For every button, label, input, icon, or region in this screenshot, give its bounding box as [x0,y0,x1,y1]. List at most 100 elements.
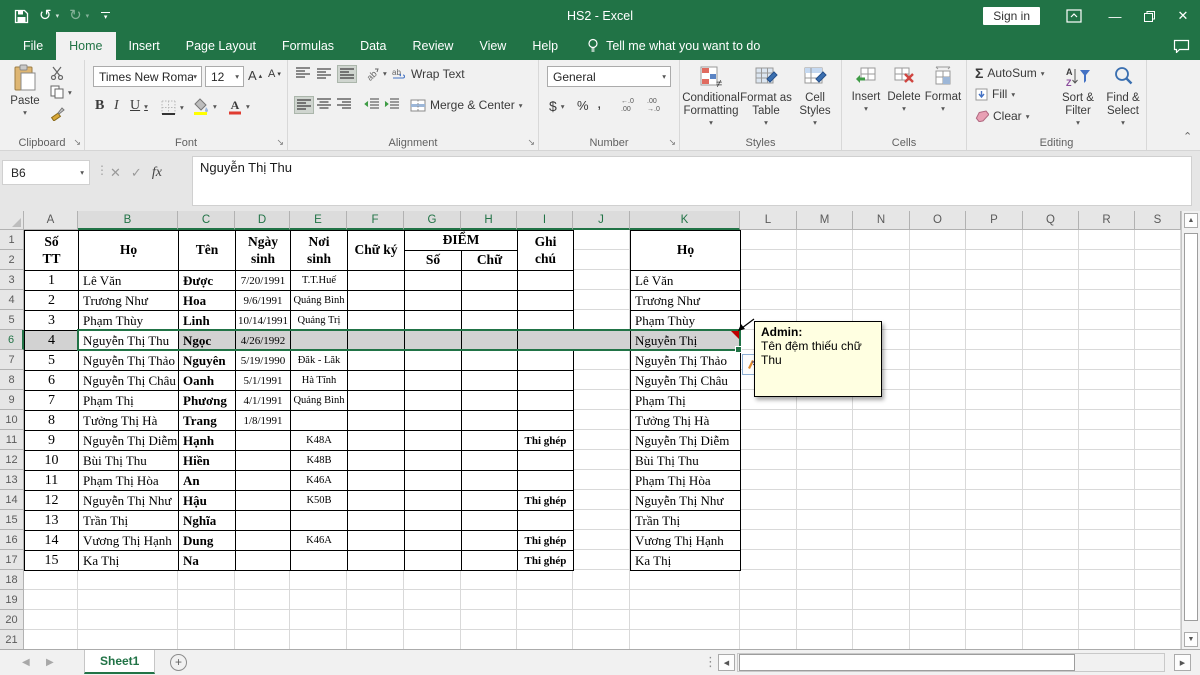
cell-ho[interactable]: Bùi Thị Thu [79,451,179,471]
cell-diem-so[interactable] [405,271,462,291]
header-ngay-sinh[interactable]: Ngày sinh [236,231,291,271]
cell-ghi-chu[interactable] [518,351,574,371]
row-header-13[interactable]: 13 [0,470,24,490]
row-header-18[interactable]: 18 [0,570,24,590]
cell-chu-ky[interactable] [348,551,405,571]
insert-cells-button[interactable]: Insert ▾ [848,66,884,113]
cell-ho[interactable]: Phạm Thị [79,391,179,411]
cell-ho-k[interactable]: Bùi Thị Thu [631,451,741,471]
autosum-button[interactable]: Σ AutoSum ▾ [975,65,1045,81]
cell-chu-ky[interactable] [348,271,405,291]
align-middle-button[interactable] [317,67,331,79]
cell-ho[interactable]: Nguyễn Thị Thảo [79,351,179,371]
tab-help[interactable]: Help [519,32,571,60]
scroll-down-icon[interactable]: ▼ [1184,632,1198,647]
ribbon-display-options-icon[interactable] [1066,9,1082,23]
shrink-font-button[interactable]: A▾ [268,68,281,80]
cell-stt[interactable]: 5 [25,351,79,371]
cell-stt[interactable]: 2 [25,291,79,311]
row-header-8[interactable]: 8 [0,370,24,390]
cell-ten[interactable]: Hoa [179,291,236,311]
cell-noi-sinh[interactable] [291,411,348,431]
cell-stt[interactable]: 7 [25,391,79,411]
cell-ghi-chu[interactable] [518,451,574,471]
scroll-right-icon[interactable]: ▶ [1174,654,1191,671]
fill-color-button[interactable]: ▾ [193,98,217,115]
cell-diem-chu[interactable] [462,271,518,291]
cell-chu-ky[interactable] [348,411,405,431]
column-header-Q[interactable]: Q [1023,211,1079,230]
cell-ngay-sinh[interactable]: 7/20/1991 [236,271,291,291]
cell-diem-chu[interactable] [462,391,518,411]
align-right-button[interactable] [337,98,351,110]
row-header-14[interactable]: 14 [0,490,24,510]
column-header-C[interactable]: C [178,211,235,230]
column-header-D[interactable]: D [235,211,290,230]
row-header-6[interactable]: 6 [0,330,24,350]
cell-ho[interactable]: Lê Văn [79,271,179,291]
column-header-L[interactable]: L [740,211,797,230]
cell-diem-chu[interactable] [462,531,518,551]
cell-noi-sinh[interactable]: K46A [291,531,348,551]
cell-ho[interactable]: Tưởng Thị Hà [79,411,179,431]
restore-button[interactable] [1132,0,1166,32]
font-color-button[interactable]: A ▾ [228,98,250,115]
cell-noi-sinh[interactable]: Quảng Bình [291,391,348,411]
cell-ghi-chu[interactable]: Thi ghép [518,531,574,551]
cell-chu-ky[interactable] [348,531,405,551]
font-size-select[interactable]: 12▾ [205,66,244,87]
cell-ten[interactable]: Hậu [179,491,236,511]
insert-function-icon[interactable]: fx [152,165,162,181]
column-header-H[interactable]: H [461,211,517,230]
sign-in-button[interactable]: Sign in [983,7,1040,25]
cell-ho[interactable]: Nguyễn Thị Như [79,491,179,511]
cell-ho-k[interactable]: Nguyễn Thị [631,331,741,351]
cell-diem-so[interactable] [405,431,462,451]
cell-ho[interactable]: Nguyễn Thị Châu [79,371,179,391]
cell-ho-k[interactable]: Ka Thị [631,551,741,571]
cell-diem-so[interactable] [405,291,462,311]
cell-ngay-sinh[interactable] [236,531,291,551]
row-header-4[interactable]: 4 [0,290,24,310]
header-stt[interactable]: Số TT [25,231,79,271]
formula-bar-splitter[interactable]: ⋮ [96,163,108,177]
cell-ho-k[interactable]: Phạm Thùy [631,311,741,331]
cell-stt[interactable]: 8 [25,411,79,431]
decrease-decimal-button[interactable]: .00 →.0 [647,98,660,114]
cell-stt[interactable]: 4 [25,331,79,351]
cell-ten[interactable]: Linh [179,311,236,331]
cell-ho-k[interactable]: Phạm Thị Hòa [631,471,741,491]
cell-ho-k[interactable]: Tưởng Thị Hà [631,411,741,431]
clipboard-dialog-launcher-icon[interactable]: ↘ [73,137,81,148]
tab-data[interactable]: Data [347,32,399,60]
cut-button[interactable] [50,66,64,80]
paste-dropdown-icon[interactable]: ▾ [23,108,27,117]
column-header-G[interactable]: G [404,211,461,230]
cell-diem-chu[interactable] [462,371,518,391]
row-header-21[interactable]: 21 [0,630,24,649]
column-header-N[interactable]: N [853,211,910,230]
cell-chu-ky[interactable] [348,431,405,451]
minimize-button[interactable]: — [1098,0,1132,32]
column-header-B[interactable]: B [78,211,178,230]
increase-indent-button[interactable] [384,98,399,110]
cell-ngay-sinh[interactable] [236,471,291,491]
cell-noi-sinh[interactable]: Đăk - Lăk [291,351,348,371]
accounting-format-button[interactable]: $▾ [549,98,565,114]
cell-ghi-chu[interactable] [518,291,574,311]
cell-ho-k[interactable]: Nguyễn Thị Như [631,491,741,511]
cell-ten[interactable]: Na [179,551,236,571]
cell-diem-chu[interactable] [462,351,518,371]
cell-diem-so[interactable] [405,311,462,331]
cell-chu-ky[interactable] [348,391,405,411]
column-header-I[interactable]: I [517,211,573,230]
cell-diem-chu[interactable] [462,411,518,431]
row-header-2[interactable]: 2 [0,250,24,270]
select-all-corner[interactable] [0,211,24,230]
header-diem-so[interactable]: Số [405,251,462,271]
sheet-prev-icon[interactable]: ◀ [22,657,30,668]
cell-diem-chu[interactable] [462,311,518,331]
cell-ho-k[interactable]: Nguyễn Thị Diễm [631,431,741,451]
close-button[interactable]: ✕ [1166,0,1200,32]
cell-ten[interactable]: Được [179,271,236,291]
